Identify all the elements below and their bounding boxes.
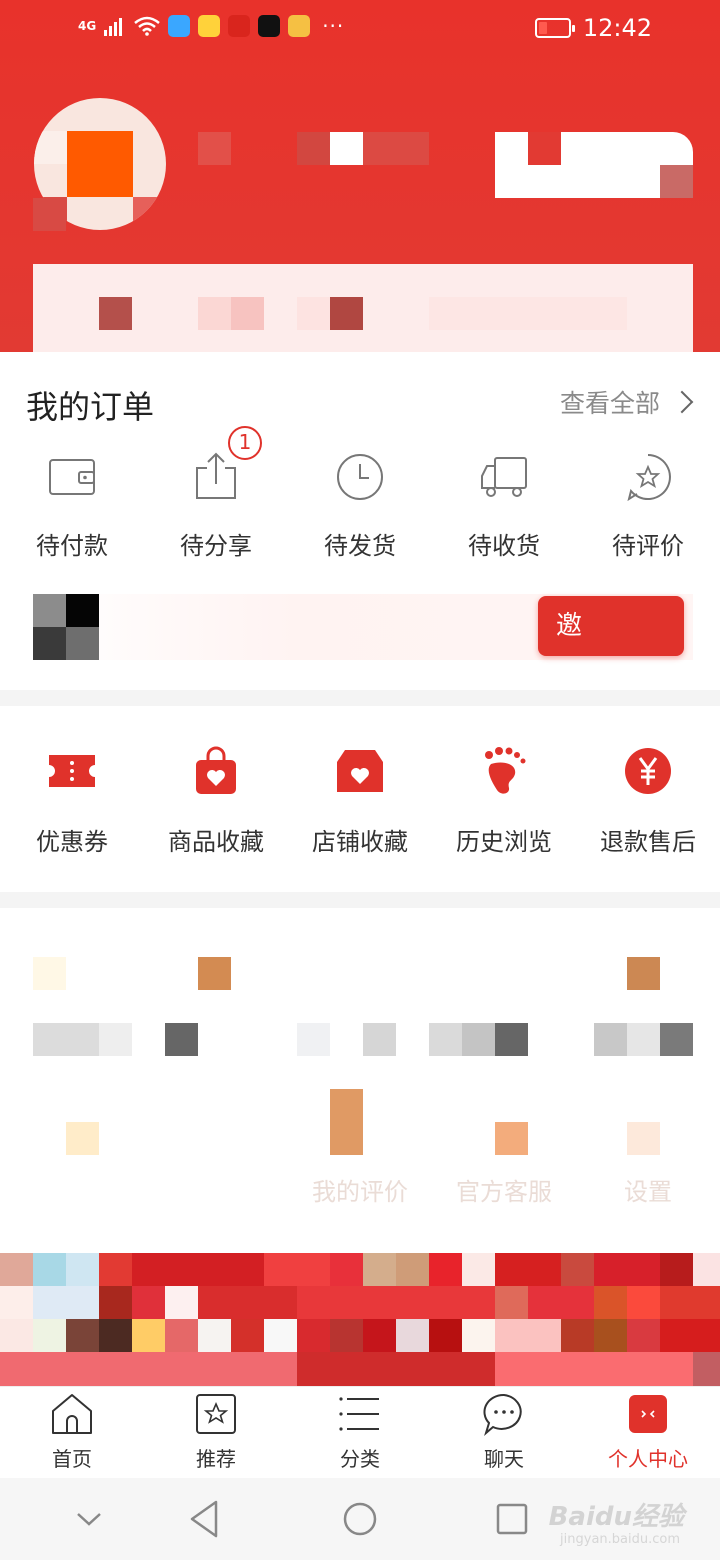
orders-card: 我的订单 查看全部 待付款 1 待分享 待发货 待收货 待评价 邀 <box>0 352 720 690</box>
invite-button[interactable]: 邀 <box>538 596 684 656</box>
tab-label: 聊天 <box>484 1447 524 1471</box>
tab-label: 分类 <box>340 1447 380 1471</box>
app-notification-icon <box>228 15 251 37</box>
back-icon[interactable] <box>182 1496 228 1542</box>
weibo-icon <box>288 15 311 37</box>
tool-label-reviews[interactable]: 我的评价 <box>288 1172 432 1207</box>
more-notifications-icon: ··· <box>322 14 345 38</box>
store-heart-icon <box>337 750 383 792</box>
tab-profile[interactable]: 个人中心 <box>576 1387 720 1479</box>
app-notification-icon <box>198 15 221 37</box>
tab-label: 首页 <box>52 1447 92 1471</box>
watermark-url: jingyan.baidu.com <box>560 1532 680 1547</box>
recommend-icon <box>196 1394 236 1434</box>
order-pending-share[interactable]: 1 待分享 <box>144 422 288 572</box>
service-label: 优惠券 <box>36 828 108 856</box>
chevron-right-icon <box>670 390 694 414</box>
yuan-refund-icon <box>625 748 671 794</box>
service-label: 店铺收藏 <box>312 828 408 856</box>
profile-header: 4G ··· 12:42 <box>0 0 720 352</box>
order-pending-receipt[interactable]: 待收货 <box>432 422 576 572</box>
network-label: 4G <box>78 19 97 33</box>
home-circle-icon[interactable] <box>337 1496 383 1542</box>
wallet-icon <box>49 459 95 495</box>
browse-history-entry[interactable]: 历史浏览 <box>432 706 576 892</box>
clock-time: 12:42 <box>582 14 652 42</box>
coupon-entry[interactable]: 优惠券 <box>0 706 144 892</box>
tab-category[interactable]: 分类 <box>288 1387 432 1479</box>
footprint-icon <box>485 747 526 794</box>
bag-heart-icon <box>196 746 236 794</box>
wifi-icon <box>134 16 161 36</box>
service-label: 历史浏览 <box>456 828 552 856</box>
tab-chat[interactable]: 聊天 <box>432 1387 576 1479</box>
username-mosaic <box>198 132 231 165</box>
clock-icon <box>337 454 383 500</box>
store-favorites-entry[interactable]: 店铺收藏 <box>288 706 432 892</box>
tab-recommend[interactable]: 推荐 <box>144 1387 288 1479</box>
order-pending-shipment[interactable]: 待发货 <box>288 422 432 572</box>
battery-icon <box>534 18 575 38</box>
username-mosaic <box>330 132 363 165</box>
coupon-icon <box>49 755 95 787</box>
order-item-label: 待收货 <box>468 532 540 560</box>
order-pending-payment[interactable]: 待付款 <box>0 422 144 572</box>
category-list-icon <box>339 1397 379 1431</box>
status-bar: 4G ··· 12:42 <box>0 0 720 56</box>
tool-label-service[interactable]: 官方客服 <box>432 1172 576 1207</box>
username-mosaic <box>363 132 429 165</box>
view-all-orders-link[interactable]: 查看全部 <box>559 384 694 420</box>
order-item-label: 待付款 <box>36 532 108 560</box>
status-right: 12:42 <box>534 14 652 42</box>
view-all-label: 查看全部 <box>559 389 660 418</box>
app-notification-icon <box>168 15 191 37</box>
status-left: 4G ··· <box>78 14 344 38</box>
order-item-label: 待分享 <box>180 532 252 560</box>
home-icon <box>52 1394 92 1434</box>
share-icon <box>196 452 236 499</box>
refund-aftersale-entry[interactable]: 退款售后 <box>576 706 720 892</box>
system-nav-bar: Baidu经验 jingyan.baidu.com <box>0 1478 720 1560</box>
tool-label-settings[interactable]: 设置 <box>576 1172 720 1207</box>
watermark-logo: Baidu经验 <box>548 1502 684 1532</box>
truck-icon <box>481 457 527 497</box>
service-label: 商品收藏 <box>168 828 264 856</box>
tools-grid: 我的评价 官方客服 设置 <box>0 908 720 1253</box>
chevron-down-icon[interactable] <box>66 1496 112 1542</box>
review-star-icon <box>627 454 671 502</box>
order-item-label: 待发货 <box>324 532 396 560</box>
bottom-tab-bar: 首页 推荐 分类 聊天 个人中心 <box>0 1386 720 1478</box>
signal-icon <box>104 18 123 36</box>
stats-card-mosaic[interactable] <box>33 264 693 352</box>
recents-icon[interactable] <box>489 1496 535 1542</box>
order-pending-review[interactable]: 待评价 <box>576 422 720 572</box>
tiktok-icon <box>258 15 281 37</box>
order-item-label: 待评价 <box>612 532 684 560</box>
chat-icon <box>483 1393 522 1436</box>
tab-label: 推荐 <box>196 1447 236 1471</box>
username-mosaic <box>297 132 330 165</box>
share-count-badge: 1 <box>228 426 262 460</box>
tab-label: 个人中心 <box>608 1447 688 1471</box>
tab-home[interactable]: 首页 <box>0 1387 144 1479</box>
product-favorites-entry[interactable]: 商品收藏 <box>144 706 288 892</box>
services-row: 优惠券 商品收藏 店铺收藏 历史浏览 退款售后 <box>0 706 720 892</box>
profile-icon <box>629 1395 667 1433</box>
ad-banner-mosaic[interactable] <box>0 1253 720 1386</box>
order-status-row: 待付款 1 待分享 待发货 待收货 待评价 <box>0 422 720 572</box>
service-label: 退款售后 <box>600 828 696 856</box>
